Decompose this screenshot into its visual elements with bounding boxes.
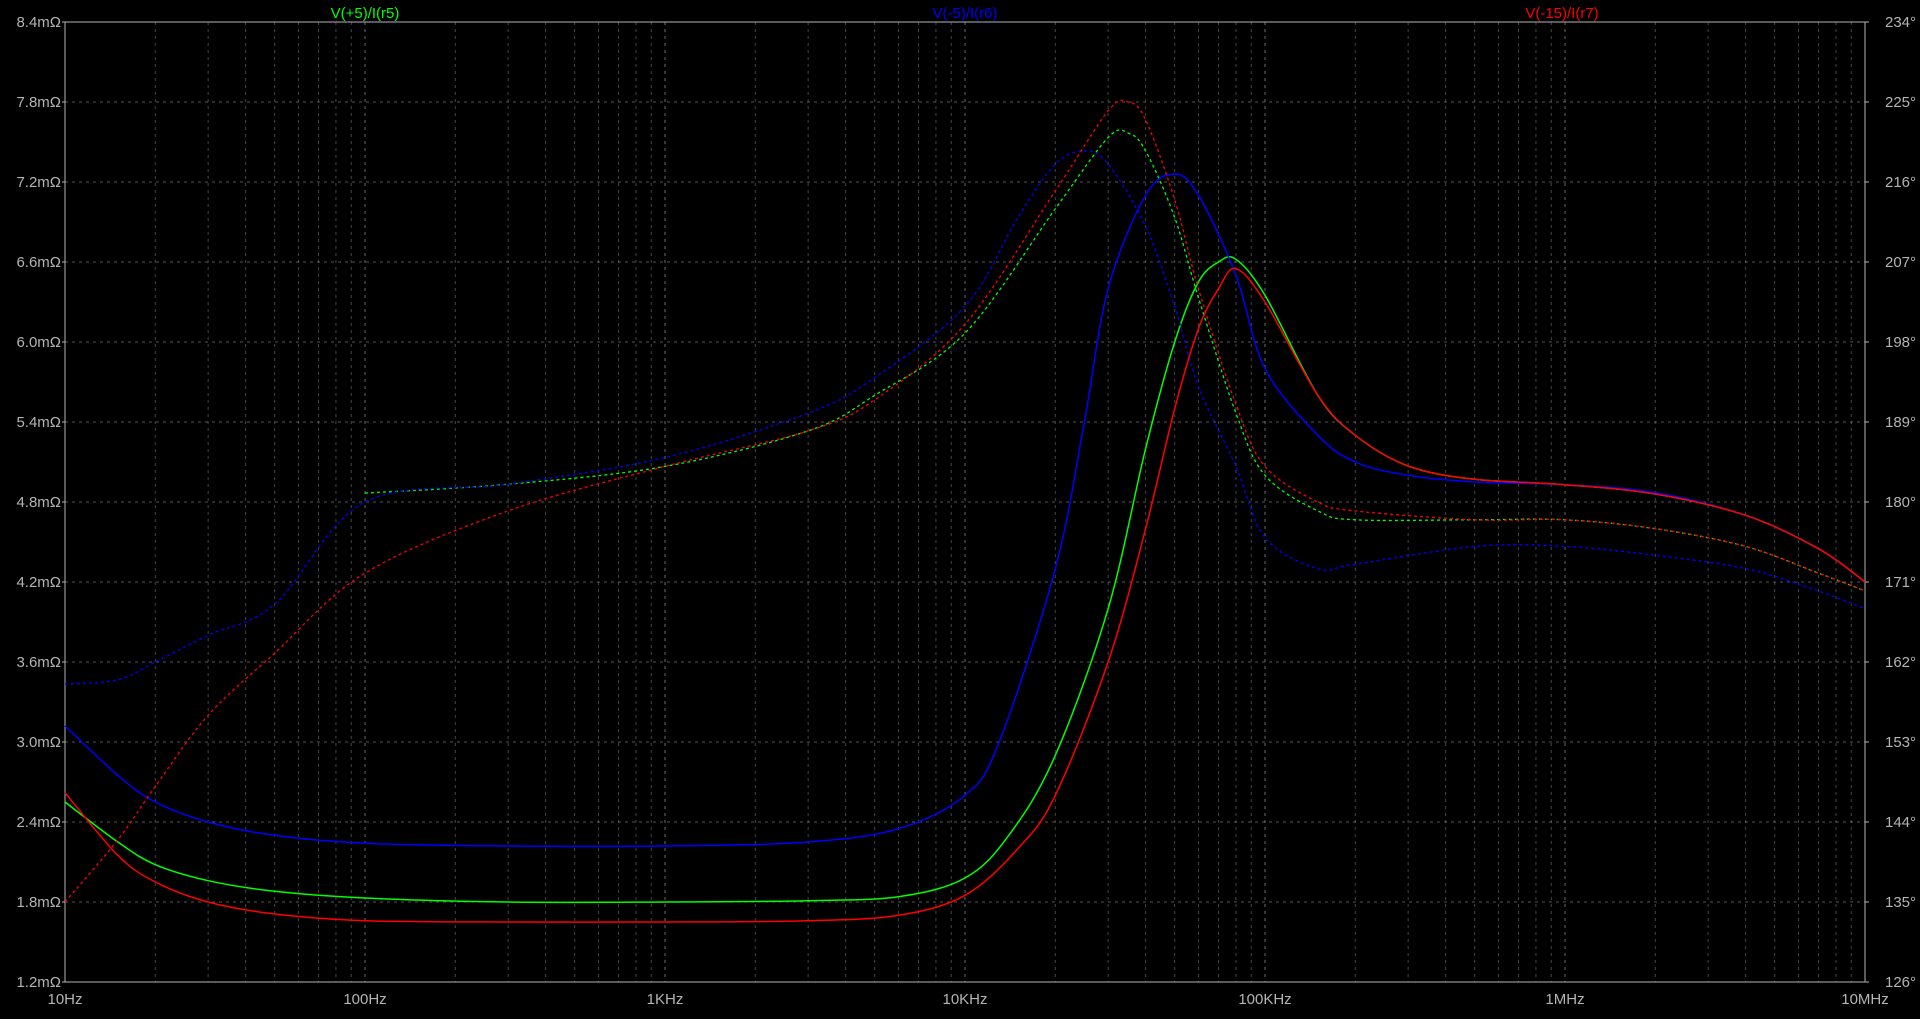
y-right-tick-label: 153° xyxy=(1885,734,1916,751)
y-left-tick-label: 8.4mΩ xyxy=(16,14,61,31)
y-right-tick-label: 198° xyxy=(1885,334,1916,351)
y-left-tick-label: 6.0mΩ xyxy=(16,334,61,351)
y-left-tick-label: 5.4mΩ xyxy=(16,414,61,431)
y-left-tick-label: 4.8mΩ xyxy=(16,494,61,511)
y-right-tick-label: 225° xyxy=(1885,94,1916,111)
y-left-tick-label: 3.0mΩ xyxy=(16,734,61,751)
y-right-tick-label: 135° xyxy=(1885,894,1916,911)
y-right-tick-label: 180° xyxy=(1885,494,1916,511)
y-right-tick-label: 162° xyxy=(1885,654,1916,671)
y-left-tick-label: 3.6mΩ xyxy=(16,654,61,671)
y-left-tick-label: 7.2mΩ xyxy=(16,174,61,191)
y-left-tick-label: 1.8mΩ xyxy=(16,894,61,911)
y-right-tick-label: 216° xyxy=(1885,174,1916,191)
y-right-tick-label: 207° xyxy=(1885,254,1916,271)
x-tick-label: 10Hz xyxy=(47,991,82,1008)
x-tick-label: 100KHz xyxy=(1238,991,1291,1008)
y-left-tick-label: 7.8mΩ xyxy=(16,94,61,111)
legend-entry-v-5-i-r6: V(-5)/I(r6) xyxy=(933,5,998,22)
x-tick-label: 100Hz xyxy=(343,991,386,1008)
x-tick-label: 1KHz xyxy=(647,991,684,1008)
plot-background xyxy=(0,0,1920,1019)
y-right-tick-label: 144° xyxy=(1885,814,1916,831)
y-left-tick-label: 6.6mΩ xyxy=(16,254,61,271)
legend-entry-v-5-i-r5: V(+5)/I(r5) xyxy=(331,5,400,22)
x-tick-label: 10MHz xyxy=(1841,991,1889,1008)
x-tick-label: 1MHz xyxy=(1545,991,1584,1008)
y-left-tick-label: 2.4mΩ xyxy=(16,814,61,831)
y-left-tick-label: 1.2mΩ xyxy=(16,974,61,991)
y-right-tick-label: 126° xyxy=(1885,974,1916,991)
bode-plot: 10Hz 100Hz 1KHz 10KHz 100KHz 1MHz 10MHz 8.4mΩ 7.… xyxy=(0,0,1920,1019)
legend-entry-v-15-i-r7: V(-15)/I(r7) xyxy=(1525,5,1598,22)
y-right-tick-label: 171° xyxy=(1885,574,1916,591)
y-right-tick-label: 234° xyxy=(1885,14,1916,31)
y-right-tick-label: 189° xyxy=(1885,414,1916,431)
x-tick-label: 10KHz xyxy=(942,991,987,1008)
y-left-tick-label: 4.2mΩ xyxy=(16,574,61,591)
